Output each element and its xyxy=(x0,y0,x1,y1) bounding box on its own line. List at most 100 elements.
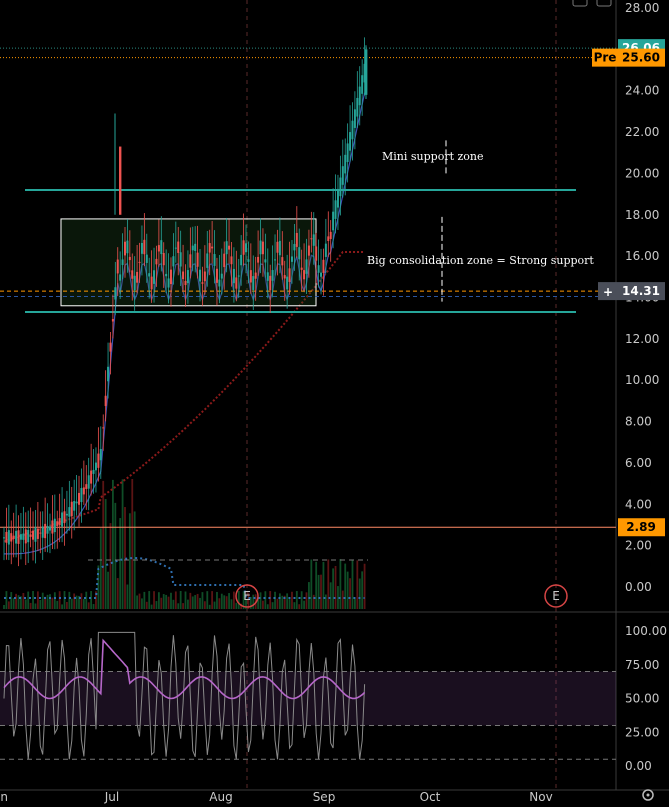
candle-body xyxy=(82,487,85,495)
overlays xyxy=(0,47,616,555)
candle-body xyxy=(109,342,112,352)
candle-body xyxy=(247,259,250,262)
candle-body xyxy=(53,518,56,533)
candle-body xyxy=(283,275,286,279)
volume-bar xyxy=(278,593,281,609)
volume-bar xyxy=(363,563,366,609)
volume-bar xyxy=(310,559,313,609)
volume-bar xyxy=(288,598,291,609)
candle-body xyxy=(138,261,141,263)
candle-body xyxy=(199,269,202,282)
candle-body xyxy=(230,256,233,265)
volume-bar xyxy=(177,603,180,609)
volume-bar xyxy=(184,591,187,609)
volume-bar xyxy=(228,593,230,609)
candle-body xyxy=(36,528,39,539)
candle-body xyxy=(148,273,151,277)
volume-bar xyxy=(308,582,310,609)
volume-bar xyxy=(138,593,141,609)
volume-bar xyxy=(266,604,269,609)
candle-body xyxy=(208,243,211,253)
candle-body xyxy=(126,240,129,254)
volume-bar xyxy=(252,594,255,609)
gear-icon-center xyxy=(646,793,650,797)
volume-bar xyxy=(150,604,153,609)
rsi-tick-label: 75.00 xyxy=(625,658,659,672)
volume-bar xyxy=(51,597,54,609)
volume-bar xyxy=(213,601,216,609)
volume-bar xyxy=(36,591,39,609)
volume-bar xyxy=(358,578,361,609)
candle-body xyxy=(94,462,97,471)
candle-body xyxy=(206,253,209,268)
candle-body xyxy=(24,529,27,544)
volume-bar xyxy=(5,591,8,609)
time-tick-label: Aug xyxy=(209,790,232,804)
candle-body xyxy=(7,530,10,545)
candle-body xyxy=(114,287,117,300)
volume-bar xyxy=(153,591,155,609)
candle-body xyxy=(346,143,349,163)
candle-body xyxy=(254,272,257,279)
volume-bar xyxy=(97,565,100,609)
volume-bar xyxy=(66,601,68,609)
earnings-marker-label: E xyxy=(243,589,251,603)
candle-body xyxy=(63,511,66,524)
candle-body xyxy=(322,259,325,273)
volume-bar xyxy=(172,599,175,609)
volume-bar xyxy=(63,591,66,609)
candle-body xyxy=(274,259,277,261)
candle-body xyxy=(75,501,78,504)
volume-bar xyxy=(262,600,264,609)
volume-bar xyxy=(29,602,32,609)
price-tick-label: 18.00 xyxy=(625,208,659,222)
rsi-tick-label: 100.00 xyxy=(625,624,667,638)
candle-body xyxy=(312,234,315,246)
candle-body xyxy=(80,487,83,503)
price-tick-label: 4.00 xyxy=(625,497,652,511)
volume-bar xyxy=(143,591,146,609)
candle-body xyxy=(179,252,182,267)
volume-bar xyxy=(7,601,10,609)
price-tick-label: 0.00 xyxy=(625,580,652,594)
candle-body xyxy=(232,268,235,284)
price-tag-prefix-text: Pre xyxy=(594,51,617,65)
candle-body xyxy=(365,49,368,95)
volume-bar xyxy=(349,578,351,609)
price-tick-label: 22.00 xyxy=(625,125,659,139)
volume-bar xyxy=(114,502,117,609)
candle-body xyxy=(157,245,160,252)
volume-bar xyxy=(179,591,182,609)
candle-body xyxy=(271,270,274,281)
price-tick-label: 6.00 xyxy=(625,456,652,470)
rsi-pane xyxy=(0,631,616,760)
volume-bar xyxy=(68,591,71,609)
candle-body xyxy=(15,530,18,544)
candle-body xyxy=(133,275,136,291)
volume-bar xyxy=(194,595,197,609)
candle-body xyxy=(298,247,301,260)
candle-body xyxy=(327,236,330,241)
volume-bar xyxy=(148,591,151,609)
volume-bar xyxy=(201,592,204,609)
candle-body xyxy=(191,245,194,251)
volume-bar xyxy=(174,591,177,609)
volume-bar xyxy=(155,601,158,609)
volume-bar xyxy=(281,595,284,609)
volume-bar xyxy=(85,591,88,609)
candle-body xyxy=(22,533,25,540)
candle-body xyxy=(281,257,284,266)
candle-body xyxy=(278,240,281,256)
candle-body xyxy=(223,253,226,268)
time-tick-label: Nov xyxy=(529,790,552,804)
candle-body xyxy=(349,132,352,151)
candle-body xyxy=(276,241,279,253)
candle-body xyxy=(215,268,218,283)
volume-bar xyxy=(341,590,344,609)
candle-body xyxy=(58,518,61,526)
volume-bar xyxy=(136,595,138,609)
volume-bar xyxy=(199,597,201,609)
volume-bar xyxy=(339,559,342,609)
price-chart[interactable]: Mini support zone Big consolidation zone … xyxy=(0,0,669,807)
volume-bar xyxy=(361,571,364,609)
